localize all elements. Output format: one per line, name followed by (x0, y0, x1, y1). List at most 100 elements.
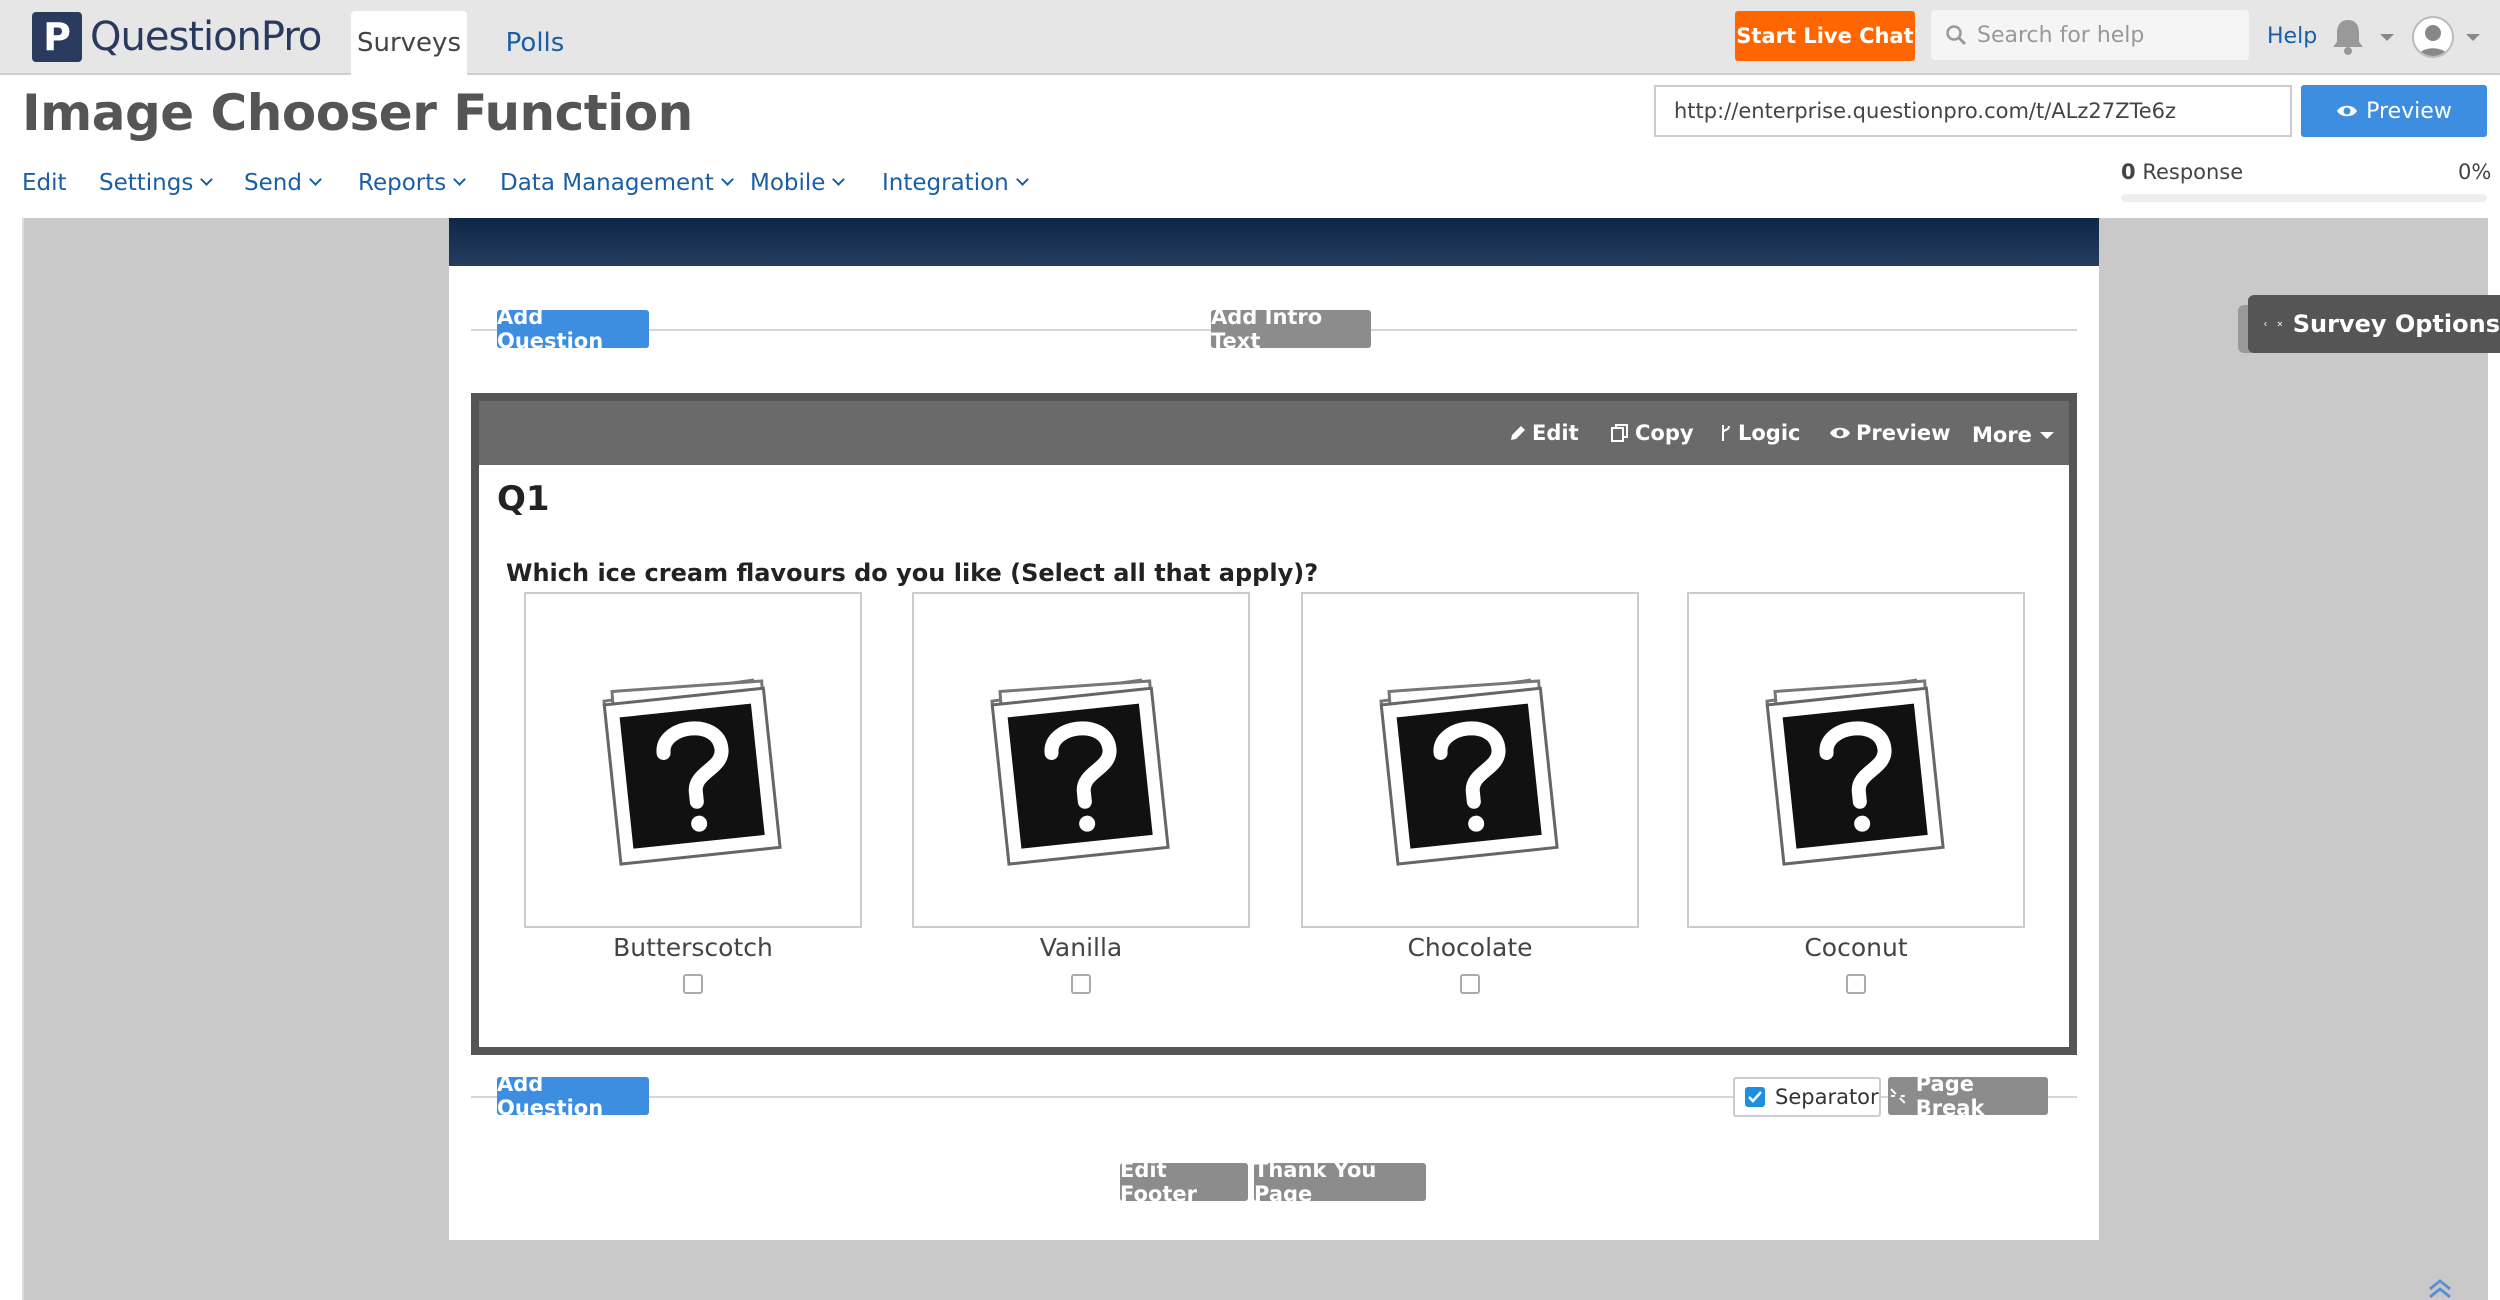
start-live-chat-button[interactable]: Start Live Chat (1735, 11, 1915, 61)
add-question-button-bottom[interactable]: Add Question (497, 1072, 649, 1120)
missing-image-icon (1370, 650, 1570, 870)
search-icon (1946, 25, 1967, 46)
top-bar: P QuestionPro Surveys Polls Start Live C… (0, 0, 2500, 75)
separator-label: Separator (1775, 1085, 1879, 1109)
chevron-left-icon (2264, 321, 2267, 327)
copy-icon (1611, 424, 1628, 442)
preview-label: Preview (1856, 421, 1951, 445)
nav-mobile-label: Mobile (750, 170, 826, 196)
choice-image[interactable] (1301, 592, 1639, 928)
choice-image[interactable] (524, 592, 862, 928)
more-label: More (1972, 423, 2032, 447)
copy-label: Copy (1635, 421, 1694, 445)
user-icon (2417, 25, 2449, 56)
user-avatar[interactable] (2412, 16, 2454, 58)
nav-mobile[interactable]: Mobile (750, 160, 846, 196)
preview-question-button[interactable]: Preview (1829, 421, 1951, 445)
separator-checkbox[interactable] (1745, 1087, 1765, 1107)
eye-icon (2337, 105, 2358, 117)
add-question-button-top[interactable]: Add Question (497, 305, 649, 353)
checkmark-icon (1748, 1091, 1762, 1103)
choice-butterscotch[interactable]: Butterscotch (524, 592, 862, 994)
choice-label: Butterscotch (613, 933, 773, 962)
help-link[interactable]: Help (2267, 24, 2317, 49)
branch-icon (1722, 425, 1730, 441)
bell-icon[interactable] (2330, 16, 2366, 56)
response-progress-bar (2121, 194, 2487, 202)
choice-label: Chocolate (1407, 933, 1533, 962)
choice-image[interactable] (912, 592, 1250, 928)
question-number: Q1 (497, 479, 550, 519)
more-menu-button[interactable]: More (1972, 423, 2054, 447)
logic-label: Logic (1738, 421, 1801, 445)
nav-reports-label: Reports (358, 170, 447, 196)
edit-label: Edit (1532, 421, 1579, 445)
edit-footer-button[interactable]: Edit Footer (1120, 1158, 1248, 1206)
choice-checkbox[interactable] (1460, 974, 1480, 994)
nav-settings[interactable]: Settings (99, 160, 214, 196)
logic-button[interactable]: Logic (1719, 421, 1801, 445)
chevron-down-icon (832, 173, 846, 186)
help-search-input[interactable]: Search for help (1931, 10, 2249, 60)
edit-question-button[interactable]: Edit (1509, 421, 1579, 445)
copy-question-button[interactable]: Copy (1610, 421, 1694, 445)
notifications-caret-icon[interactable] (2380, 34, 2394, 41)
tab-surveys[interactable]: Surveys (351, 11, 467, 75)
choice-vanilla[interactable]: Vanilla (912, 592, 1250, 994)
choice-label: Vanilla (1039, 933, 1123, 962)
choice-image[interactable] (1687, 592, 2025, 928)
choice-chocolate[interactable]: Chocolate (1301, 592, 1639, 994)
nav-edit-label: Edit (22, 170, 67, 196)
thank-you-page-button[interactable]: Thank You Page (1254, 1158, 1426, 1206)
chevron-down-icon (453, 173, 467, 186)
page-break-icon (1890, 1088, 1906, 1104)
page-break-button[interactable]: Page Break (1888, 1072, 2048, 1120)
caret-down-icon (2039, 431, 2054, 439)
preview-button[interactable]: Preview (2301, 85, 2487, 137)
nav-edit[interactable]: Edit (22, 160, 67, 196)
nav-data-management[interactable]: Data Management (500, 160, 734, 196)
choice-checkbox[interactable] (1071, 974, 1091, 994)
response-percent: 0% (2458, 160, 2492, 184)
survey-url-field[interactable]: http://enterprise.questionpro.com/t/ALz2… (1654, 85, 2292, 137)
choice-checkbox[interactable] (683, 974, 703, 994)
nav-reports[interactable]: Reports (358, 160, 467, 196)
page-break-label: Page Break (1915, 1072, 1985, 1120)
response-count-label: Response (2142, 160, 2244, 184)
eye-icon (1830, 427, 1850, 439)
question-toolbar: Edit Copy Logic Preview More (479, 401, 2069, 465)
nav-integration-label: Integration (882, 170, 1009, 196)
missing-image-icon (593, 650, 793, 870)
survey-header-banner (449, 218, 2099, 266)
chevron-down-icon (200, 173, 214, 186)
page-title: Image Chooser Function (22, 84, 693, 142)
nav-data-management-label: Data Management (500, 170, 714, 196)
nav-integration[interactable]: Integration (882, 160, 1029, 196)
response-count: 0 Response (2121, 160, 2243, 184)
response-count-value: 0 (2121, 160, 2136, 184)
logo-mark: P (32, 12, 82, 62)
logo-text: QuestionPro (90, 14, 322, 60)
missing-image-icon (1756, 650, 1956, 870)
account-caret-icon[interactable] (2466, 34, 2480, 41)
question-text: Which ice cream flavours do you like (Se… (506, 559, 1319, 587)
add-intro-text-button[interactable]: Add Intro Text (1211, 305, 1371, 353)
tools-icon (2277, 321, 2283, 327)
pencil-icon (1511, 426, 1525, 440)
chevron-down-icon (309, 173, 322, 186)
tab-polls[interactable]: Polls (490, 11, 580, 75)
survey-options-panel-toggle[interactable]: Survey Options (2248, 295, 2500, 353)
chevron-down-icon (720, 173, 734, 186)
choice-checkbox[interactable] (1846, 974, 1866, 994)
scroll-to-top-icon[interactable] (2427, 1278, 2453, 1300)
choice-label: Coconut (1804, 933, 1908, 962)
nav-send-label: Send (244, 170, 302, 196)
choice-coconut[interactable]: Coconut (1687, 592, 2025, 994)
nav-send[interactable]: Send (244, 160, 322, 196)
separator-toggle[interactable]: Separator (1733, 1077, 1881, 1117)
survey-options-label: Survey Options (2292, 310, 2500, 338)
missing-image-icon (981, 650, 1181, 870)
question-block[interactable]: Edit Copy Logic Preview More Q1 Which ic… (471, 393, 2077, 1055)
search-placeholder: Search for help (1977, 22, 2145, 48)
questionpro-logo[interactable]: P QuestionPro (32, 11, 322, 63)
